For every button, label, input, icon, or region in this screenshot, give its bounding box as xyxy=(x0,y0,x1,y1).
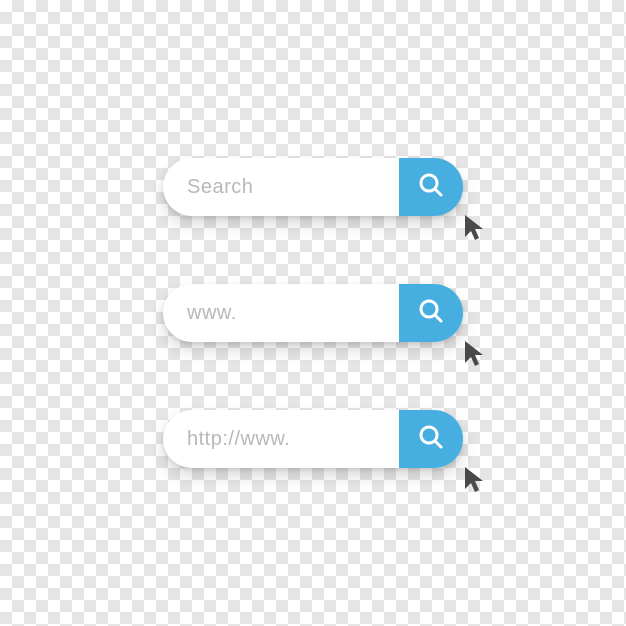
search-bar-container: www. xyxy=(163,284,463,342)
search-bar-2: www. xyxy=(163,284,463,342)
search-icon xyxy=(417,423,445,456)
search-bar-container: Search xyxy=(163,158,463,216)
search-input[interactable]: http://www. xyxy=(163,410,399,468)
cursor-icon xyxy=(461,339,493,376)
search-bar-3: http://www. xyxy=(163,410,463,468)
cursor-icon xyxy=(461,213,493,250)
search-icon xyxy=(417,297,445,330)
search-input[interactable]: www. xyxy=(163,284,399,342)
cursor-icon xyxy=(461,465,493,502)
search-input[interactable]: Search xyxy=(163,158,399,216)
search-icon xyxy=(417,171,445,204)
search-bar-container: http://www. xyxy=(163,410,463,468)
search-button[interactable] xyxy=(399,284,463,342)
search-button[interactable] xyxy=(399,158,463,216)
search-button[interactable] xyxy=(399,410,463,468)
search-bar-1: Search xyxy=(163,158,463,216)
